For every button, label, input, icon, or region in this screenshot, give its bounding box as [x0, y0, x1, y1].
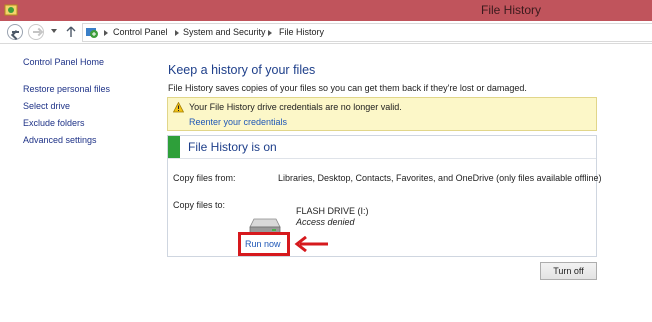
- copy-to-label: Copy files to:: [173, 200, 226, 210]
- breadcrumb-file-history[interactable]: File History: [279, 27, 324, 37]
- breadcrumb-separator-icon[interactable]: [268, 30, 272, 36]
- status-header: File History is on: [168, 136, 596, 159]
- breadcrumb-control-panel[interactable]: Control Panel: [113, 27, 168, 37]
- breadcrumb-system-security[interactable]: System and Security: [183, 27, 266, 37]
- red-arrow-pointer-icon: [294, 236, 328, 252]
- breadcrumb-separator-icon[interactable]: [175, 30, 179, 36]
- sidebar-item-control-panel-home[interactable]: Control Panel Home: [23, 57, 104, 67]
- address-path[interactable]: Control Panel System and Security File H…: [82, 23, 652, 42]
- drive-name: FLASH DRIVE (I:): [296, 206, 369, 216]
- window-title: File History: [481, 3, 542, 17]
- recent-locations-chevron-icon[interactable]: [51, 29, 57, 33]
- sidebar-item-restore-personal-files[interactable]: Restore personal files: [23, 84, 110, 94]
- drive-status: Access denied: [296, 217, 355, 227]
- file-history-status-panel: File History is on Copy files from: Libr…: [167, 135, 601, 257]
- title-bar: File History: [0, 0, 652, 21]
- credentials-warning: Your File History drive credentials are …: [167, 97, 597, 131]
- warning-icon: [173, 102, 184, 113]
- file-history-app-icon: [4, 4, 18, 16]
- breadcrumb-separator-icon[interactable]: [104, 30, 108, 36]
- status-title: File History is on: [188, 140, 277, 154]
- page-description: File History saves copies of your files …: [168, 83, 527, 93]
- status-indicator: [168, 136, 180, 158]
- sidebar-item-advanced-settings[interactable]: Advanced settings: [23, 135, 97, 145]
- page-title: Keep a history of your files: [168, 63, 316, 77]
- run-now-link[interactable]: Run now: [245, 239, 281, 249]
- sidebar-item-select-drive[interactable]: Select drive: [23, 101, 70, 111]
- warning-message: Your File History drive credentials are …: [189, 102, 402, 112]
- forward-button[interactable]: [28, 24, 44, 40]
- copy-from-value: Libraries, Desktop, Contacts, Favorites,…: [278, 173, 602, 183]
- back-button[interactable]: [7, 24, 23, 40]
- sidebar-item-exclude-folders[interactable]: Exclude folders: [23, 118, 85, 128]
- address-bar: Control Panel System and Security File H…: [0, 21, 652, 44]
- control-panel-icon: [86, 28, 98, 38]
- turn-off-button[interactable]: Turn off: [540, 262, 597, 280]
- up-arrow-icon[interactable]: [66, 26, 76, 38]
- copy-from-label: Copy files from:: [173, 173, 236, 183]
- reenter-credentials-link[interactable]: Reenter your credentials: [189, 117, 287, 127]
